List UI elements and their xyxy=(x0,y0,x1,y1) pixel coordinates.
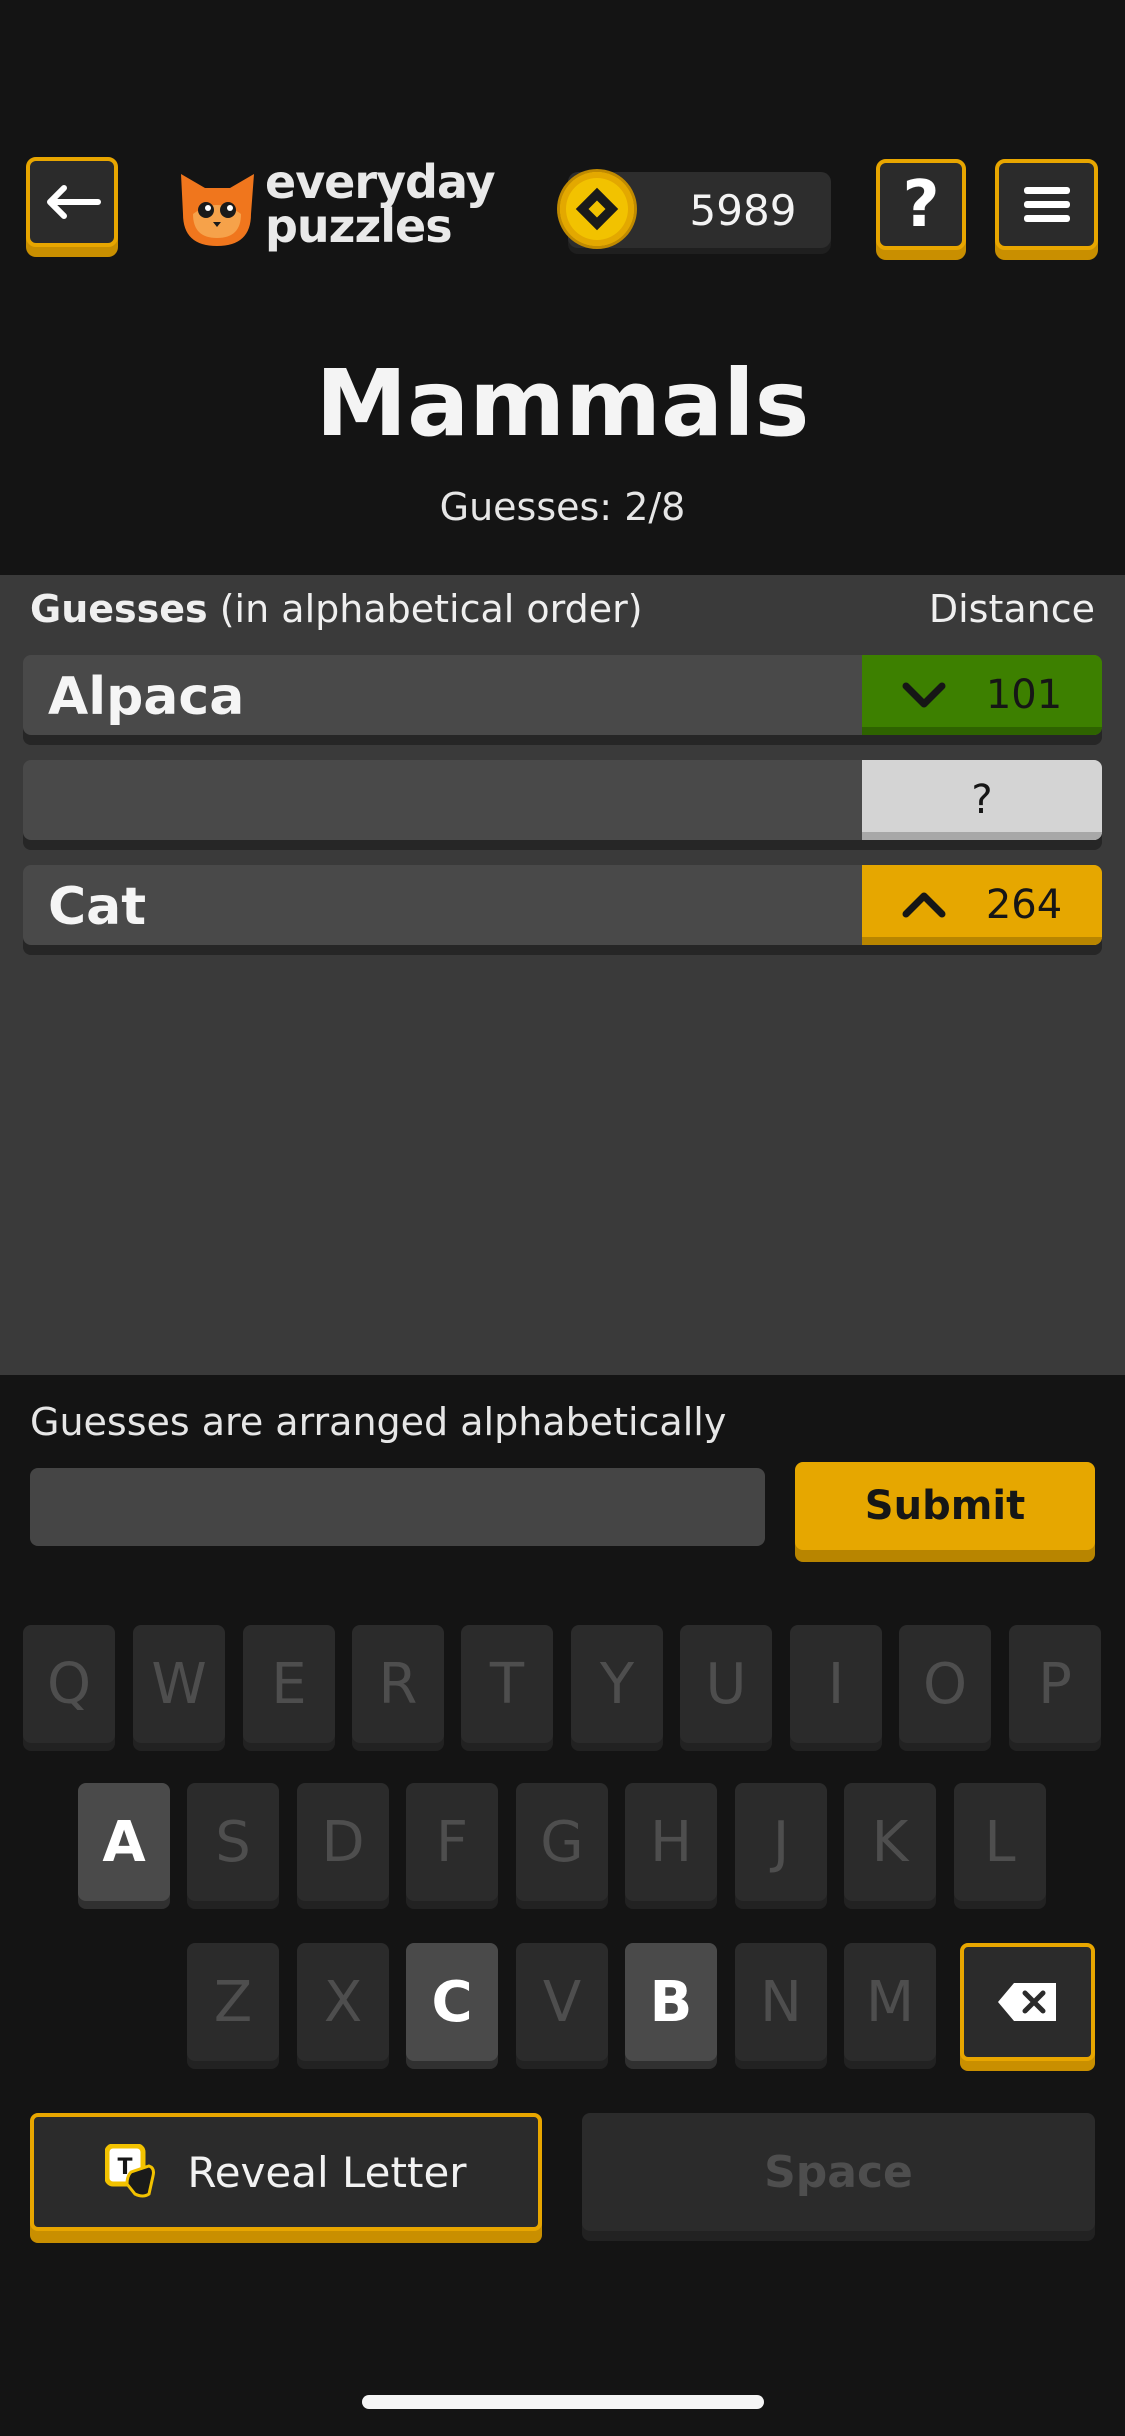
key-z[interactable]: Z xyxy=(187,1943,279,2061)
key-k[interactable]: K xyxy=(844,1783,936,1901)
reveal-letter-icon: T xyxy=(105,2144,156,2198)
key-s[interactable]: S xyxy=(187,1783,279,1901)
key-x[interactable]: X xyxy=(297,1943,389,2061)
key-j[interactable]: J xyxy=(735,1783,827,1901)
key-u[interactable]: U xyxy=(680,1625,772,1743)
guesses-panel-header: Guesses (in alphabetical order) Distance xyxy=(0,575,1125,647)
hamburger-menu-icon xyxy=(1023,186,1070,222)
question-mark-icon: ? xyxy=(902,167,940,242)
key-v[interactable]: V xyxy=(516,1943,608,2061)
distance-value: 101 xyxy=(985,672,1063,718)
menu-button[interactable] xyxy=(995,159,1098,250)
key-n[interactable]: N xyxy=(735,1943,827,2061)
guesses-heading: Guesses xyxy=(30,587,208,631)
distance-badge: 264 xyxy=(862,865,1102,945)
guess-row-3: Cat 264 xyxy=(23,865,1102,945)
key-b[interactable]: B xyxy=(625,1943,717,2061)
distance-value: 264 xyxy=(985,882,1063,928)
logo-text-line2: puzzles xyxy=(265,199,453,253)
help-button[interactable]: ? xyxy=(876,159,966,250)
backspace-icon xyxy=(997,1983,1056,2021)
guess-label: Cat xyxy=(48,877,147,937)
back-button[interactable] xyxy=(26,157,118,247)
key-o[interactable]: O xyxy=(899,1625,991,1743)
key-y[interactable]: Y xyxy=(571,1625,663,1743)
key-h[interactable]: H xyxy=(625,1783,717,1901)
arrow-left-icon xyxy=(47,185,101,219)
distance-badge: ? xyxy=(862,760,1102,840)
page-title: Mammals xyxy=(315,350,810,457)
distance-heading: Distance xyxy=(928,587,1095,631)
key-i[interactable]: I xyxy=(790,1625,882,1743)
home-indicator xyxy=(362,2395,764,2409)
distance-value: ? xyxy=(971,777,993,823)
submit-button[interactable]: Submit xyxy=(795,1462,1095,1550)
key-t[interactable]: T xyxy=(461,1625,553,1743)
reveal-letter-label: Reveal Letter xyxy=(187,2147,467,2197)
key-m[interactable]: M xyxy=(844,1943,936,2061)
coin-count: 5989 xyxy=(689,186,797,235)
guess-input[interactable] xyxy=(30,1468,765,1546)
guess-label: Alpaca xyxy=(48,667,245,727)
key-a[interactable]: A xyxy=(78,1783,170,1901)
everyday-puzzles-logo: everyday puzzles xyxy=(175,155,496,260)
key-l[interactable]: L xyxy=(954,1783,1046,1901)
logo-text-line1: everyday xyxy=(265,155,496,209)
space-button[interactable]: Space xyxy=(582,2113,1095,2231)
coin-balance[interactable]: 5989 xyxy=(560,172,831,248)
key-g[interactable]: G xyxy=(516,1783,608,1901)
guess-counter: Guesses: 2/8 xyxy=(439,485,686,529)
key-r[interactable]: R xyxy=(352,1625,444,1743)
key-p[interactable]: P xyxy=(1009,1625,1101,1743)
guesses-heading-note: (in alphabetical order) xyxy=(207,587,643,631)
key-c[interactable]: C xyxy=(406,1943,498,2061)
key-d[interactable]: D xyxy=(297,1783,389,1901)
distance-badge: 101 xyxy=(862,655,1102,735)
key-f[interactable]: F xyxy=(406,1783,498,1901)
chevron-down-icon xyxy=(902,682,946,708)
key-w[interactable]: W xyxy=(133,1625,225,1743)
backspace-button[interactable] xyxy=(960,1943,1095,2061)
key-q[interactable]: Q xyxy=(23,1625,115,1743)
hint-text: Guesses are arranged alphabetically xyxy=(30,1400,727,1444)
chevron-up-icon xyxy=(902,892,946,918)
coin-icon xyxy=(560,172,634,246)
key-e[interactable]: E xyxy=(243,1625,335,1743)
guess-row-2: ? xyxy=(23,760,1102,840)
guess-row-1: Alpaca 101 xyxy=(23,655,1102,735)
reveal-letter-button[interactable]: T Reveal Letter xyxy=(30,2113,542,2231)
fox-mascot-icon xyxy=(181,174,254,246)
